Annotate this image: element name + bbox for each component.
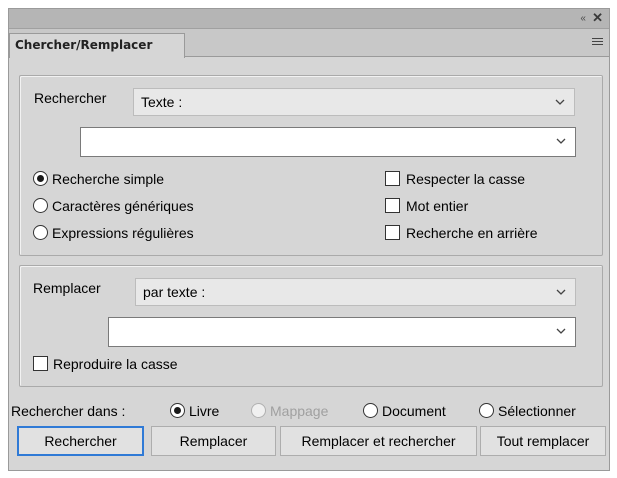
- replace-all-button[interactable]: Tout remplacer: [480, 426, 606, 456]
- search-type-value: Texte :: [141, 94, 183, 110]
- radio-scope-mapping: [251, 403, 266, 418]
- radio-regex[interactable]: [33, 225, 48, 240]
- radio-scope-book-label[interactable]: Livre: [189, 403, 219, 419]
- panel-menu-icon[interactable]: [592, 38, 603, 47]
- replace-and-find-button[interactable]: Remplacer et rechercher: [280, 426, 477, 456]
- chevron-down-icon[interactable]: [556, 327, 566, 336]
- replace-button[interactable]: Remplacer: [151, 426, 276, 456]
- checkbox-search-backwards-label[interactable]: Recherche en arrière: [406, 225, 538, 241]
- radio-wildcards-label[interactable]: Caractères génériques: [52, 198, 194, 214]
- radio-scope-selection-label[interactable]: Sélectionner: [498, 403, 576, 419]
- find-button[interactable]: Rechercher: [17, 426, 144, 456]
- find-replace-panel: ‹‹ ✕ Chercher/Remplacer Rechercher Texte…: [8, 8, 610, 471]
- search-input[interactable]: [80, 127, 576, 157]
- close-icon[interactable]: ✕: [592, 11, 603, 25]
- panel-titlebar: ‹‹ ✕: [9, 9, 609, 29]
- radio-scope-selection[interactable]: [479, 403, 494, 418]
- double-chevron-left-icon[interactable]: ‹‹: [580, 12, 586, 26]
- replace-type-select[interactable]: par texte :: [135, 278, 576, 306]
- chevron-down-icon[interactable]: [556, 137, 566, 146]
- radio-simple-search[interactable]: [33, 171, 48, 186]
- checkbox-search-backwards[interactable]: [385, 225, 400, 240]
- search-label: Rechercher: [34, 90, 107, 106]
- chevron-down-icon: [556, 288, 566, 297]
- checkbox-preserve-case[interactable]: [33, 356, 48, 371]
- replace-group: Remplacer par texte : Reproduire la cass…: [19, 265, 603, 387]
- checkbox-whole-word-label[interactable]: Mot entier: [406, 198, 468, 214]
- tab-bar: Chercher/Remplacer: [9, 29, 609, 58]
- tab-find-replace[interactable]: Chercher/Remplacer: [9, 33, 185, 58]
- radio-scope-book[interactable]: [170, 403, 185, 418]
- radio-simple-search-label[interactable]: Recherche simple: [52, 171, 164, 187]
- search-group: Rechercher Texte : Recherche simple Cara…: [19, 75, 603, 256]
- radio-scope-document-label[interactable]: Document: [382, 403, 446, 419]
- replace-type-value: par texte :: [143, 284, 206, 300]
- radio-wildcards[interactable]: [33, 198, 48, 213]
- replace-input[interactable]: [108, 317, 576, 347]
- replace-label: Remplacer: [33, 280, 101, 296]
- scope-label: Rechercher dans :: [11, 403, 126, 419]
- checkbox-whole-word[interactable]: [385, 198, 400, 213]
- checkbox-match-case-label[interactable]: Respecter la casse: [406, 171, 525, 187]
- radio-regex-label[interactable]: Expressions régulières: [52, 225, 194, 241]
- search-type-select[interactable]: Texte :: [133, 88, 575, 116]
- radio-scope-document[interactable]: [363, 403, 378, 418]
- checkbox-match-case[interactable]: [385, 171, 400, 186]
- checkbox-preserve-case-label[interactable]: Reproduire la casse: [53, 356, 178, 372]
- radio-scope-mapping-label: Mappage: [270, 403, 329, 419]
- chevron-down-icon: [555, 98, 565, 107]
